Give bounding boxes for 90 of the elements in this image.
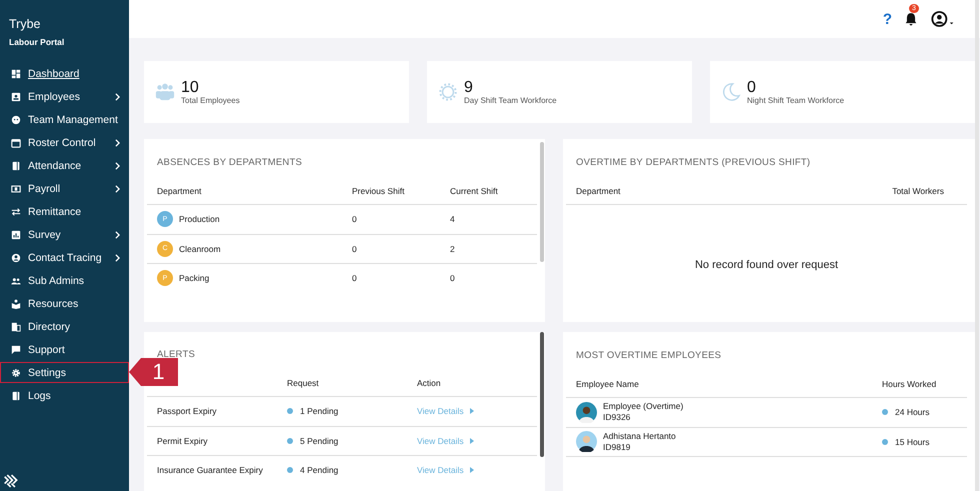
column-header: Department: [576, 186, 622, 196]
people-icon: [155, 82, 175, 102]
column-header: Current Shift: [450, 186, 499, 196]
panel-title: OVERTIME BY DEPARTMENTS (PREVIOUS SHIFT): [575, 156, 812, 170]
nav-item[interactable]: Attendance: [0, 155, 129, 176]
column-header: Department: [157, 186, 202, 196]
column-header: Hours Worked: [882, 379, 938, 389]
column-header: Employee Name: [576, 379, 640, 389]
bell-icon[interactable]: [904, 12, 918, 26]
help-button[interactable]: ?: [882, 10, 892, 28]
stat-value: 9: [464, 80, 474, 96]
nav-item[interactable]: Remittance: [0, 201, 129, 222]
panel-title: ABSENCES BY DEPARTMENTS: [156, 156, 304, 170]
panel-title: ALERTS: [157, 349, 195, 360]
department-name: Packing: [179, 273, 210, 284]
department-name: Cleanroom: [179, 244, 221, 254]
badge-icon: [11, 92, 21, 102]
status-dot: [882, 438, 888, 445]
callout-marker: 1: [129, 358, 178, 386]
table-cell: 4 Pending: [300, 465, 338, 476]
stat-label: Total Employees: [181, 96, 240, 104]
table-cell-text: Insurance Guarantee Expiry: [157, 465, 264, 476]
nav-item[interactable]: Sub Admins: [0, 270, 129, 291]
scrollbar[interactable]: [540, 142, 544, 262]
status-dot: [287, 467, 293, 474]
column-header: Request: [287, 378, 320, 388]
employee-id: ID9326: [603, 412, 632, 424]
table-cell: 24 Hours: [895, 407, 930, 418]
table-cell-text: 2: [450, 244, 456, 254]
book-icon: [11, 160, 21, 170]
table-cell-text: Permit Expiry: [157, 436, 209, 446]
employee-name: Adhistana Hertanto: [603, 430, 676, 442]
stat-value: 10: [181, 80, 200, 96]
table-cell-text: 0: [450, 273, 456, 284]
gear-icon: [11, 368, 21, 378]
brand-title: Trybe: [8, 17, 42, 31]
stat-value: 0: [747, 80, 757, 96]
caret-icon: [470, 408, 474, 414]
stat-label: Night Shift Team Workforce: [747, 96, 844, 104]
nav-item[interactable]: Roster Control: [0, 132, 129, 153]
dashboard-icon: [11, 68, 21, 78]
building-icon: [11, 322, 21, 332]
face-icon: [11, 114, 21, 124]
nav-item[interactable]: Logs: [0, 385, 129, 406]
nav-item[interactable]: Settings: [0, 362, 129, 383]
caret-icon: [470, 467, 474, 474]
chart-icon: [11, 230, 21, 240]
department-name: Production: [179, 214, 220, 224]
group-icon: [11, 276, 21, 286]
brand-subtitle: Labour Portal: [8, 37, 66, 47]
table-cell: 15 Hours: [895, 436, 930, 447]
table-cell: 5 Pending: [300, 436, 338, 446]
nav-item[interactable]: Dashboard: [0, 63, 129, 84]
book-icon: [11, 390, 21, 400]
swap-icon: [11, 206, 21, 216]
column-header: Total Workers: [892, 186, 945, 196]
person-icon: [11, 252, 21, 262]
nav-item[interactable]: Payroll: [0, 178, 129, 199]
employee-id: ID9819: [603, 442, 632, 453]
nav-item[interactable]: Survey: [0, 224, 129, 245]
calendar-icon: [11, 138, 21, 148]
empty-message: No record found over request: [694, 259, 838, 271]
status-dot: [287, 438, 293, 444]
nav-item[interactable]: Support: [0, 339, 129, 360]
employee-name: Employee (Overtime): [603, 401, 684, 412]
table-cell-text: 0: [352, 214, 358, 224]
nav-item[interactable]: Resources: [0, 293, 129, 314]
status-dot: [882, 409, 888, 416]
table-cell-text: 0: [352, 244, 358, 254]
reader-icon: [11, 298, 21, 308]
chat-icon: [11, 344, 21, 354]
nav-item[interactable]: Employees: [0, 86, 129, 107]
nav-item[interactable]: Team Management: [0, 109, 129, 130]
stat-label: Day Shift Team Workforce: [464, 96, 557, 104]
logo-icon: [3, 473, 20, 489]
table-cell: 1 Pending: [300, 406, 338, 416]
table-cell-text: Passport Expiry: [157, 406, 218, 416]
money-icon: [11, 184, 21, 194]
scrollbar[interactable]: [540, 332, 544, 457]
sun-icon: [438, 82, 458, 102]
status-dot: [287, 408, 293, 414]
table-cell-text: 0: [352, 273, 358, 284]
column-header: Previous Shift: [352, 186, 406, 196]
caret-icon: [470, 438, 474, 444]
nav-item[interactable]: Directory: [0, 316, 129, 337]
table-cell-text: 4: [450, 214, 456, 224]
nav-item[interactable]: Contact Tracing: [0, 247, 129, 268]
moon-icon: [721, 82, 741, 102]
panel-title: MOST OVERTIME EMPLOYEES: [575, 349, 722, 363]
column-header: Action: [417, 378, 442, 388]
